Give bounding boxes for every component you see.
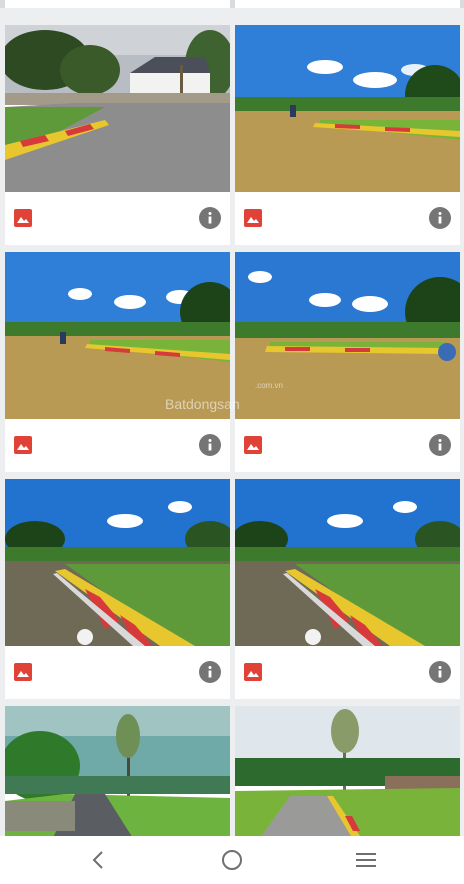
photo-road-curb[interactable] xyxy=(5,252,230,419)
image-icon xyxy=(244,209,262,227)
photo-image xyxy=(235,252,460,419)
recents-icon xyxy=(356,853,376,867)
top-strip xyxy=(0,0,464,8)
photo-field-curb[interactable] xyxy=(235,252,460,419)
image-icon xyxy=(14,663,32,681)
back-icon xyxy=(92,851,103,869)
photo-road-trees[interactable] xyxy=(5,706,230,836)
photo-image xyxy=(235,25,460,192)
card-meta xyxy=(5,646,230,699)
gallery-card-6[interactable] xyxy=(235,479,460,699)
gallery-card-4[interactable] xyxy=(235,252,460,472)
gallery-card-8[interactable] xyxy=(235,706,460,836)
card-meta xyxy=(235,646,460,699)
card-edge xyxy=(5,0,230,8)
info-icon[interactable] xyxy=(429,207,451,229)
card-meta xyxy=(235,192,460,245)
home-icon xyxy=(222,850,242,870)
image-icon xyxy=(244,663,262,681)
photo-curb-closeup-2[interactable] xyxy=(235,479,460,646)
image-icon xyxy=(14,209,32,227)
gallery-card-5[interactable] xyxy=(5,479,230,699)
recents-button[interactable] xyxy=(346,844,386,876)
photo-image xyxy=(5,706,230,836)
gallery-card-1[interactable] xyxy=(5,25,230,245)
image-icon xyxy=(14,436,32,454)
system-nav-bar xyxy=(0,836,464,884)
gallery-card-2[interactable] xyxy=(235,25,460,245)
info-icon[interactable] xyxy=(429,661,451,683)
photo-road-field[interactable] xyxy=(235,706,460,836)
info-icon[interactable] xyxy=(199,661,221,683)
card-meta xyxy=(5,419,230,472)
card-meta xyxy=(235,419,460,472)
card-edge xyxy=(235,0,460,8)
card-meta xyxy=(5,192,230,245)
photo-road-house[interactable] xyxy=(5,25,230,192)
photo-curb-closeup[interactable] xyxy=(5,479,230,646)
photo-image xyxy=(5,252,230,419)
gallery-card-7[interactable] xyxy=(5,706,230,836)
info-icon[interactable] xyxy=(199,434,221,456)
info-icon[interactable] xyxy=(429,434,451,456)
info-icon[interactable] xyxy=(199,207,221,229)
photo-image xyxy=(235,479,460,646)
gallery-card-3[interactable] xyxy=(5,252,230,472)
photo-image xyxy=(5,479,230,646)
photo-image xyxy=(235,706,460,836)
photo-image xyxy=(5,25,230,192)
home-button[interactable] xyxy=(212,844,252,876)
image-icon xyxy=(244,436,262,454)
back-button[interactable] xyxy=(78,844,118,876)
photo-field-scooter[interactable] xyxy=(235,25,460,192)
